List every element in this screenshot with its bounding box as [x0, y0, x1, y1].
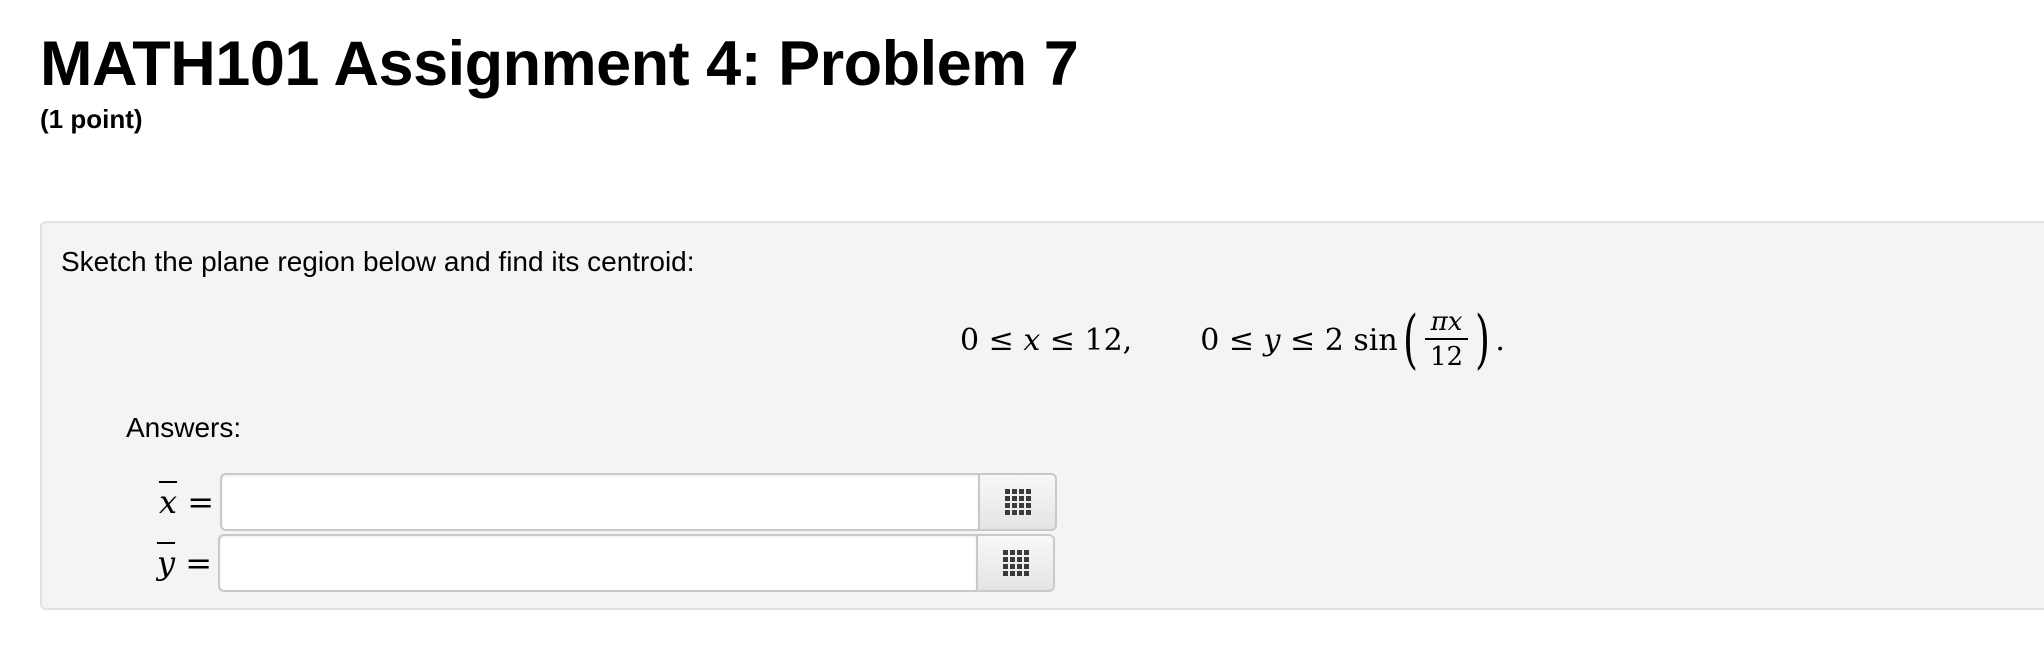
y-variable: y [1263, 322, 1281, 358]
region-equation: 0 ≤ x ≤ 12, 0 ≤ y ≤ 2 sin(πx 12). [960, 301, 1505, 379]
point-value: (1 point) [40, 104, 143, 134]
answer-row-x-bar: x = [150, 473, 1057, 531]
x-upper-bound: 12, [1084, 322, 1133, 358]
y-bar-symbol: y [156, 544, 176, 582]
equals-sign: = [187, 483, 214, 521]
problem-statement: Sketch the plane region below and find i… [61, 246, 695, 277]
equals-sign: = [185, 544, 212, 582]
y-lower-bound: 0 [1200, 322, 1220, 358]
equation-period: . [1495, 322, 1505, 358]
grid-icon [1004, 489, 1031, 515]
y-bar-label: y = [148, 544, 212, 582]
fraction-numerator: πx [1424, 308, 1469, 340]
x-bar-equation-editor-button[interactable] [978, 473, 1057, 531]
coefficient: 2 [1324, 322, 1344, 358]
x-variable: x [1023, 322, 1041, 358]
x-lower-bound: 0 [960, 322, 980, 358]
sine-function: sin [1353, 322, 1398, 358]
x-bar-symbol: x [158, 483, 178, 521]
fraction: πx 12 [1424, 308, 1469, 372]
right-paren: ) [1475, 303, 1491, 377]
y-bar-equation-editor-button[interactable] [976, 534, 1055, 592]
x-bar-label: x = [150, 483, 214, 521]
x-bar-answer-input[interactable] [220, 473, 978, 531]
leq-sign: ≤ [1290, 322, 1316, 358]
leq-sign: ≤ [1049, 322, 1075, 358]
y-bar-answer-input[interactable] [218, 534, 976, 592]
answers-label: Answers: [126, 412, 242, 443]
grid-icon [1002, 550, 1029, 576]
fraction-denominator: 12 [1429, 342, 1464, 372]
problem-page: MATH101 Assignment 4: Problem 7 (1 point… [0, 0, 2044, 658]
page-title: MATH101 Assignment 4: Problem 7 [40, 29, 1079, 99]
problem-panel: Sketch the plane region below and find i… [40, 221, 2044, 610]
y-bar-field-group [218, 534, 1055, 592]
leq-sign: ≤ [988, 322, 1014, 358]
left-paren: ( [1402, 303, 1418, 377]
answer-row-y-bar: y = [148, 534, 1055, 592]
leq-sign: ≤ [1228, 322, 1254, 358]
x-bar-field-group [220, 473, 1057, 531]
